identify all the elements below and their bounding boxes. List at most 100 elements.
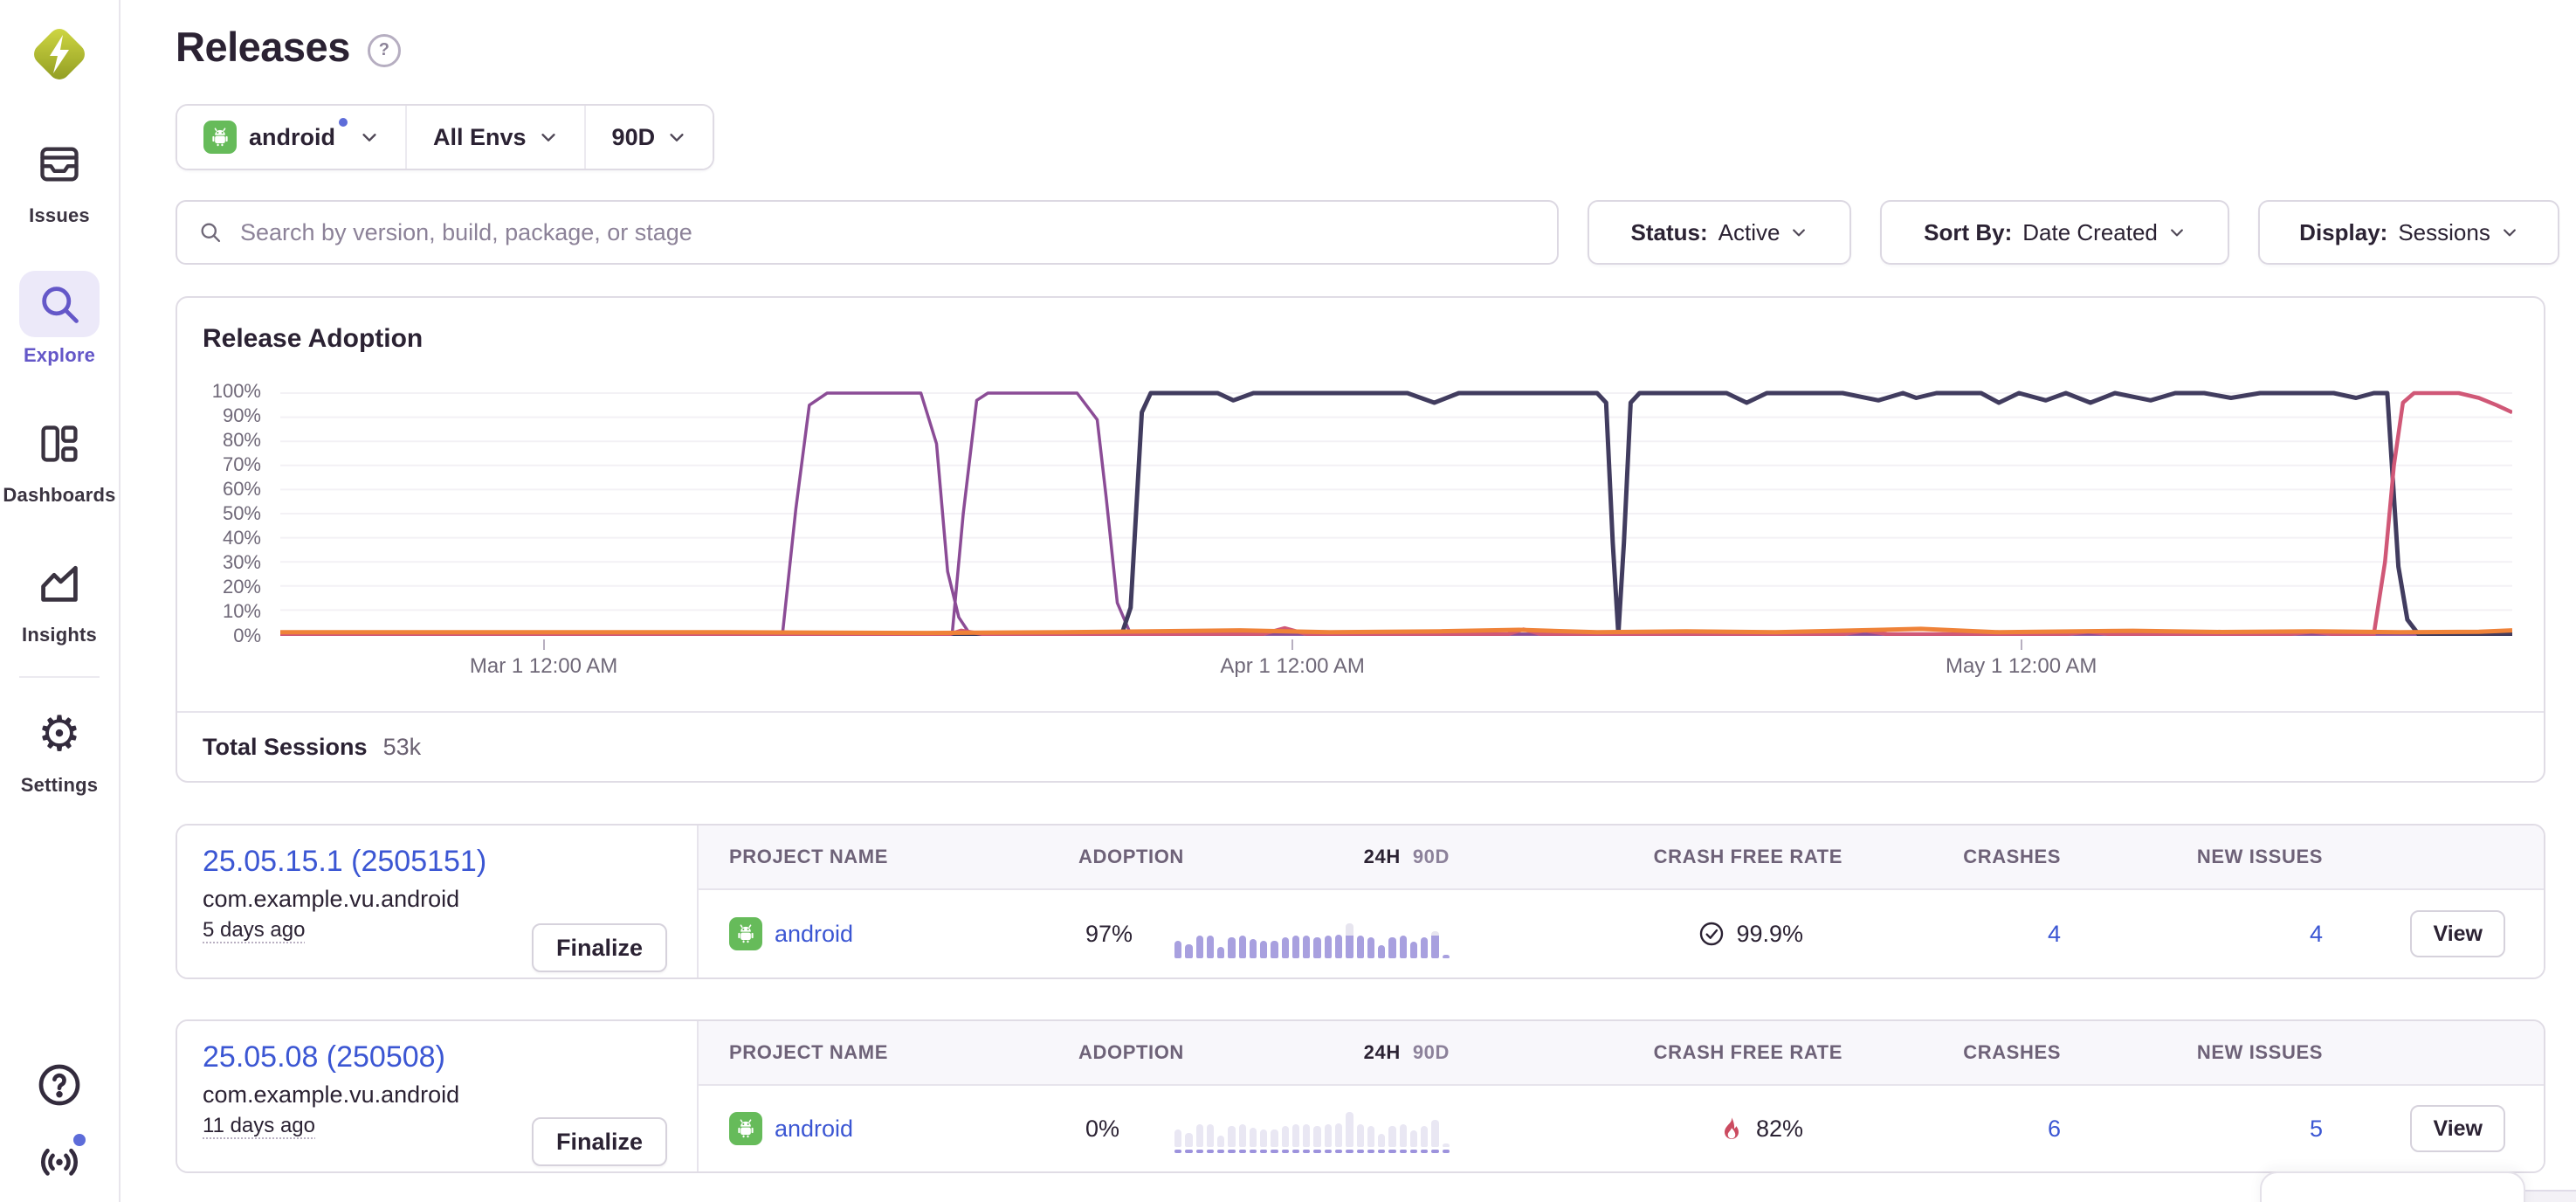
crashes-link[interactable]: 6 (1842, 1116, 2061, 1143)
release-info: 25.05.08 (250508) com.example.vu.android… (177, 1021, 699, 1171)
sidebar-item-insights[interactable]: Insights (19, 550, 100, 646)
crash-free-value: 99.9% (1736, 921, 1803, 948)
release-version-link[interactable]: 25.05.15.1 (2505151) (203, 845, 697, 879)
display-value: Sessions (2398, 219, 2490, 246)
sidebar-item-explore[interactable]: Explore (19, 271, 100, 367)
chevron-down-icon (2168, 224, 2186, 241)
release-version-link[interactable]: 25.05.08 (250508) (203, 1040, 697, 1074)
page-help-icon[interactable]: ? (368, 34, 401, 67)
finalize-button[interactable]: Finalize (532, 923, 667, 972)
col-crash-free-rate: CRASH FREE RATE (1450, 846, 1842, 868)
sort-by-value: Date Created (2022, 219, 2158, 246)
project-link[interactable]: android (775, 1116, 853, 1143)
toggle-24h[interactable]: 24H (1364, 846, 1401, 867)
issues-icon (19, 131, 100, 197)
sidebar-label-issues: Issues (29, 204, 90, 227)
project-link[interactable]: android (775, 921, 853, 948)
release-table-header: PROJECT NAME ADOPTION 24H90D CRASH FREE … (699, 826, 2544, 890)
col-adoption: ADOPTION (1078, 1041, 1174, 1064)
view-button[interactable]: View (2410, 910, 2505, 957)
sidebar-label-explore: Explore (24, 344, 95, 367)
sentry-logo[interactable] (26, 21, 93, 87)
toggle-90d[interactable]: 90D (1413, 846, 1450, 867)
sort-by-dropdown[interactable]: Sort By: Date Created (1880, 200, 2229, 265)
date-range-filter-label: 90D (612, 124, 656, 151)
chevron-down-icon (360, 128, 379, 147)
chevron-down-icon (2501, 224, 2518, 241)
status-value: Active (1718, 219, 1780, 246)
display-label: Display: (2299, 219, 2387, 246)
y-axis-label: 40% (177, 526, 270, 550)
project-filter[interactable]: android (177, 106, 405, 169)
x-axis-label: Mar 1 12:00 AM (413, 654, 675, 679)
display-dropdown[interactable]: Display: Sessions (2258, 200, 2559, 265)
x-axis-tick (1291, 639, 1293, 650)
crash-free-rate: 99.9% (1450, 920, 1842, 948)
project-filter-label: android (249, 124, 335, 151)
page-filter-bar: android All Envs 90D (176, 104, 714, 170)
finalize-button[interactable]: Finalize (532, 1117, 667, 1166)
new-issues-link[interactable]: 4 (2061, 921, 2323, 948)
y-axis-label: 100% (177, 379, 270, 404)
x-axis-label: Apr 1 12:00 AM (1161, 654, 1423, 679)
crash-free-value: 82% (1756, 1116, 1803, 1143)
sidebar-item-dashboards[interactable]: Dashboards (3, 411, 115, 507)
y-axis-label: 70% (177, 452, 270, 477)
release-card: 25.05.08 (250508) com.example.vu.android… (176, 1019, 2545, 1173)
sidebar-item-settings[interactable]: ⚙ Settings (19, 701, 100, 797)
sidebar-bottom (31, 1057, 87, 1188)
col-crashes: CRASHES (1842, 846, 2061, 868)
sessions-sparkline (1174, 1104, 1450, 1153)
sidebar-item-issues[interactable]: Issues (19, 131, 100, 227)
release-package: com.example.vu.android (203, 886, 697, 913)
main-content: Releases ? (121, 0, 2576, 1202)
check-circle-icon (1698, 920, 1725, 948)
toggle-24h[interactable]: 24H (1364, 1041, 1401, 1063)
col-project-name: PROJECT NAME (699, 1041, 1078, 1064)
environment-filter[interactable]: All Envs (405, 106, 584, 169)
release-table-header: PROJECT NAME ADOPTION 24H 90D CRASH FREE … (699, 1021, 2544, 1086)
adoption-value: 97% (1078, 921, 1174, 948)
search-icon (19, 271, 100, 337)
adoption-value: 0% (1078, 1116, 1174, 1143)
total-sessions-row: Total Sessions 53k (177, 711, 2544, 781)
android-project-icon (729, 1112, 762, 1145)
y-axis-label: 30% (177, 550, 270, 575)
notification-dot (73, 1134, 86, 1146)
chevron-down-icon (1790, 224, 1808, 241)
col-crash-free-rate: CRASH FREE RATE (1450, 1041, 1842, 1064)
total-sessions-value: 53k (383, 734, 422, 761)
col-timerange-toggle: 24H 90D (1174, 846, 1450, 868)
col-crashes: CRASHES (1842, 1041, 2061, 1064)
releases-page: Issues Explore Dashboards (0, 0, 2576, 1202)
y-axis-labels: 100%90%80%70%60%50%40%30%20%10%0% (177, 379, 270, 648)
view-button[interactable]: View (2410, 1105, 2505, 1152)
insights-icon (19, 550, 100, 617)
help-icon[interactable] (31, 1057, 87, 1113)
toggle-90d[interactable]: 90D (1413, 1041, 1450, 1063)
col-timerange-toggle: 24H 90D (1174, 1041, 1450, 1064)
sidebar: Issues Explore Dashboards (0, 0, 121, 1202)
search-input[interactable] (238, 218, 1536, 247)
date-range-filter[interactable]: 90D (584, 106, 713, 169)
y-axis-label: 10% (177, 599, 270, 624)
y-axis-label: 20% (177, 575, 270, 599)
release-project-row: android 0% 82% 6 5 View (699, 1086, 2544, 1171)
notification-dot (339, 118, 348, 127)
sessions-sparkline (1174, 909, 1450, 958)
floating-widget-pill[interactable] (2260, 1171, 2525, 1202)
release-package: com.example.vu.android (203, 1081, 697, 1109)
sentry-logo-icon (26, 21, 93, 87)
environment-filter-label: All Envs (433, 124, 527, 151)
new-issues-link[interactable]: 5 (2061, 1116, 2323, 1143)
sort-by-label: Sort By: (1924, 219, 2012, 246)
release-age: 5 days ago (203, 918, 305, 943)
sidebar-label-dashboards: Dashboards (3, 484, 115, 507)
broadcast-icon[interactable] (31, 1132, 87, 1188)
android-project-icon (729, 917, 762, 950)
release-adoption-chart (280, 390, 2512, 636)
status-dropdown[interactable]: Status: Active (1588, 200, 1851, 265)
col-project-name: PROJECT NAME (699, 846, 1078, 868)
release-age: 11 days ago (203, 1114, 315, 1138)
crashes-link[interactable]: 4 (1842, 921, 2061, 948)
